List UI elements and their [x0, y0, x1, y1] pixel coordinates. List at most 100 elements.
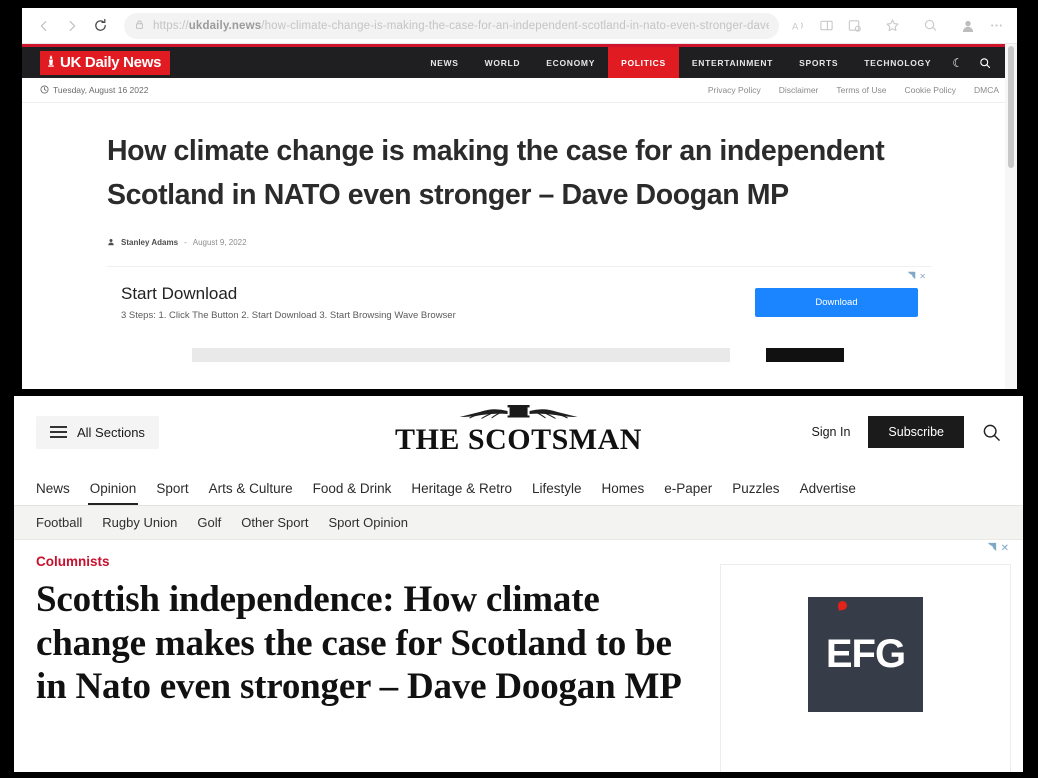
- all-sections-label: All Sections: [77, 424, 145, 440]
- ad-copy: Start Download 3 Steps: 1. Click The But…: [121, 284, 456, 321]
- ad-subtitle: 3 Steps: 1. Click The Button 2. Start Do…: [121, 309, 456, 321]
- nav-food-drink[interactable]: Food & Drink: [303, 481, 402, 505]
- forward-button[interactable]: [58, 13, 86, 39]
- ukdaily-header: UK Daily News NEWS WORLD ECONOMY POLITIC…: [22, 47, 1017, 78]
- browser-essentials-icon[interactable]: [917, 13, 943, 39]
- scotsman-header-actions: Sign In Subscribe: [811, 416, 1001, 448]
- search-icon[interactable]: [982, 423, 1001, 442]
- scotsman-body: Columnists Scottish independence: How cl…: [14, 540, 1023, 772]
- ukdaily-nav-news[interactable]: NEWS: [417, 47, 471, 78]
- nav-news[interactable]: News: [36, 481, 80, 505]
- ukdaily-publish-date: August 9, 2022: [192, 238, 247, 248]
- browser-window-ukdaily: https://ukdaily.news/how-climate-change-…: [22, 8, 1017, 389]
- efg-accent-dot-icon: [837, 600, 848, 611]
- browser-toolbar: https://ukdaily.news/how-climate-change-…: [22, 8, 1017, 44]
- ukdaily-article: How climate change is making the case fo…: [22, 103, 1017, 362]
- ukdaily-nav-politics[interactable]: POLITICS: [608, 47, 679, 78]
- hamburger-menu-icon: [50, 426, 67, 438]
- content-placeholder-left: [192, 347, 730, 362]
- scotsman-masthead-text: THE SCOTSMAN: [395, 423, 642, 456]
- ukdaily-logo[interactable]: UK Daily News: [40, 50, 171, 75]
- split-screen-icon[interactable]: [813, 13, 839, 39]
- settings-and-more-button[interactable]: [983, 13, 1009, 39]
- thistle-icon: [46, 54, 56, 72]
- nav-arts-culture[interactable]: Arts & Culture: [199, 481, 303, 505]
- ukdaily-nav-entertainment[interactable]: ENTERTAINMENT: [679, 47, 786, 78]
- dark-mode-icon[interactable]: ☾: [944, 47, 971, 78]
- efg-logo: EFG: [808, 597, 923, 712]
- nav-heritage-retro[interactable]: Heritage & Retro: [401, 481, 522, 505]
- scotsman-masthead[interactable]: THE SCOTSMAN: [395, 404, 642, 456]
- link-disclaimer[interactable]: Disclaimer: [779, 85, 819, 95]
- ukdaily-policy-links: Privacy Policy Disclaimer Terms of Use C…: [708, 85, 999, 95]
- adchoices-icon[interactable]: [907, 271, 916, 282]
- nav-epaper[interactable]: e-Paper: [654, 481, 722, 505]
- ukdaily-nav-sports[interactable]: SPORTS: [786, 47, 851, 78]
- ukdaily-nav-economy[interactable]: ECONOMY: [533, 47, 608, 78]
- all-sections-button[interactable]: All Sections: [36, 415, 159, 449]
- ukdaily-page: UK Daily News NEWS WORLD ECONOMY POLITIC…: [22, 47, 1017, 389]
- scotsman-sidebar: ✕ EFG: [720, 540, 1023, 772]
- add-favorite-icon[interactable]: [879, 13, 905, 39]
- nav-lifestyle[interactable]: Lifestyle: [522, 481, 592, 505]
- page-scrollbar[interactable]: [1005, 44, 1017, 389]
- scotsman-sidebar-ad[interactable]: EFG: [720, 564, 1011, 772]
- subnav-sport-opinion[interactable]: Sport Opinion: [318, 515, 418, 530]
- subnav-rugby-union[interactable]: Rugby Union: [92, 515, 187, 530]
- ukdaily-ad-banner[interactable]: ✕ Start Download 3 Steps: 1. Click The B…: [107, 265, 932, 338]
- nav-sport[interactable]: Sport: [146, 481, 198, 505]
- scotsman-header: All Sections THE SCOTSMAN Sign In Subscr…: [14, 396, 1023, 468]
- profile-avatar[interactable]: [955, 13, 981, 39]
- ad-close-icon[interactable]: ✕: [919, 272, 926, 281]
- back-button[interactable]: [30, 13, 58, 39]
- scotsman-crest-icon: [395, 404, 642, 424]
- link-cookie-policy[interactable]: Cookie Policy: [904, 85, 956, 95]
- ukdaily-date: Tuesday, August 16 2022: [40, 84, 149, 96]
- subnav-golf[interactable]: Golf: [187, 515, 231, 530]
- ukdaily-date-text: Tuesday, August 16 2022: [53, 85, 149, 95]
- scotsman-article: Columnists Scottish independence: How cl…: [14, 540, 720, 772]
- link-terms-of-use[interactable]: Terms of Use: [836, 85, 886, 95]
- subscribe-button[interactable]: Subscribe: [868, 416, 964, 448]
- nav-puzzles[interactable]: Puzzles: [722, 481, 789, 505]
- address-bar[interactable]: https://ukdaily.news/how-climate-change-…: [124, 12, 779, 39]
- link-dmca[interactable]: DMCA: [974, 85, 999, 95]
- ad-download-button[interactable]: Download: [755, 287, 918, 317]
- ukdaily-content-below-fold: [107, 347, 932, 362]
- ukdaily-logo-text: UK Daily News: [60, 54, 162, 71]
- scotsman-secondary-nav: Football Rugby Union Golf Other Sport Sp…: [14, 506, 1023, 540]
- ad-choices-badge[interactable]: ✕: [987, 542, 1009, 555]
- ukdaily-nav-world[interactable]: WORLD: [472, 47, 534, 78]
- collections-icon[interactable]: [841, 13, 867, 39]
- scotsman-headline: Scottish independence: How climate chang…: [36, 579, 682, 708]
- ad-close-icon[interactable]: ✕: [1001, 543, 1009, 554]
- byline-separator: -: [184, 238, 187, 248]
- scotsman-primary-nav: News Opinion Sport Arts & Culture Food &…: [14, 468, 1023, 506]
- author-icon: [107, 238, 115, 248]
- scrollbar-thumb[interactable]: [1008, 46, 1014, 168]
- browser-action-icons: A: [785, 13, 1009, 39]
- screenshot-root: https://ukdaily.news/how-climate-change-…: [0, 0, 1038, 778]
- ukdaily-subbar: Tuesday, August 16 2022 Privacy Policy D…: [22, 78, 1017, 103]
- browser-window-scotsman: All Sections THE SCOTSMAN Sign In Subscr…: [14, 396, 1023, 772]
- sign-in-link[interactable]: Sign In: [811, 425, 850, 439]
- ukdaily-byline: Stanley Adams - August 9, 2022: [107, 238, 932, 248]
- reload-button[interactable]: [86, 13, 114, 39]
- nav-opinion[interactable]: Opinion: [80, 481, 147, 505]
- ukdaily-nav-technology[interactable]: TECHNOLOGY: [851, 47, 944, 78]
- link-privacy-policy[interactable]: Privacy Policy: [708, 85, 761, 95]
- article-kicker[interactable]: Columnists: [36, 554, 698, 569]
- adchoices-icon[interactable]: [987, 542, 997, 555]
- site-information-icon[interactable]: [134, 17, 145, 35]
- efg-logo-text: EFG: [825, 632, 906, 676]
- subnav-other-sport[interactable]: Other Sport: [231, 515, 318, 530]
- ad-choices-badge[interactable]: ✕: [907, 271, 926, 282]
- subnav-football[interactable]: Football: [36, 515, 92, 530]
- ukdaily-author[interactable]: Stanley Adams: [121, 238, 178, 247]
- ukdaily-nav: NEWS WORLD ECONOMY POLITICS ENTERTAINMEN…: [417, 47, 999, 78]
- nav-advertise[interactable]: Advertise: [790, 481, 866, 505]
- ad-title: Start Download: [121, 283, 238, 303]
- read-aloud-icon[interactable]: A: [785, 13, 811, 39]
- nav-homes[interactable]: Homes: [591, 481, 654, 505]
- search-icon[interactable]: [971, 47, 999, 78]
